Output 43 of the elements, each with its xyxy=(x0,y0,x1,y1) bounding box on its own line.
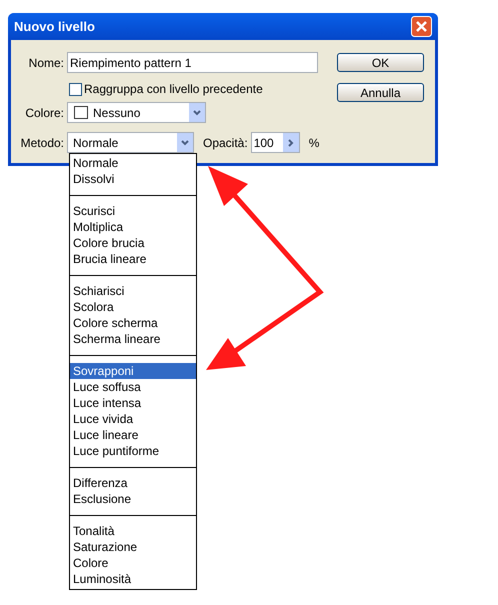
checkbox-label[interactable]: Raggruppa con livello precedente xyxy=(84,80,263,98)
name-field[interactable]: Riempimento pattern 1 xyxy=(67,52,318,73)
field-label: Nome: xyxy=(28,54,65,72)
list-item[interactable]: Normale xyxy=(70,155,196,171)
opacity-field[interactable]: 100 xyxy=(250,132,300,153)
dialog-button[interactable]: Annulla xyxy=(337,83,424,102)
list-item[interactable]: Esclusione xyxy=(70,491,196,507)
field-label: Colore: xyxy=(24,104,65,122)
checkbox[interactable] xyxy=(69,82,82,96)
method-dropdown[interactable]: Normale xyxy=(67,132,194,153)
list-item[interactable]: Scherma lineare xyxy=(70,331,196,347)
list-item[interactable]: Luce intensa xyxy=(70,395,196,411)
list-item[interactable]: Colore xyxy=(70,555,196,571)
list-item[interactable]: Colore brucia xyxy=(70,235,196,251)
list-item[interactable]: Moltiplica xyxy=(70,219,196,235)
caret-icon xyxy=(189,103,205,122)
dialog-button[interactable]: OK xyxy=(337,53,424,72)
color-dropdown[interactable]: Nessuno xyxy=(67,102,206,123)
list-item[interactable]: Dissolvi xyxy=(70,171,196,187)
list-item[interactable]: Colore scherma xyxy=(70,315,196,331)
close-icon[interactable] xyxy=(411,16,432,37)
list-item[interactable]: Tonalità xyxy=(70,523,196,539)
list-item[interactable]: Luce soffusa xyxy=(70,379,196,395)
color-swatch xyxy=(74,106,88,119)
unit-label: % xyxy=(308,134,320,152)
list-item[interactable]: Scurisci xyxy=(70,203,196,219)
list-item[interactable]: Scolora xyxy=(70,299,196,315)
list-item[interactable]: Differenza xyxy=(70,475,196,491)
caret-icon xyxy=(177,133,193,152)
list-item[interactable]: Luce vivida xyxy=(70,411,196,427)
field-label: Opacità: xyxy=(203,134,248,152)
dropdown-value: Normale xyxy=(73,134,120,152)
list-item[interactable]: Brucia lineare xyxy=(70,251,196,267)
window-title: Nuovo livello xyxy=(14,18,95,36)
field-label: Metodo: xyxy=(20,134,65,152)
list-item[interactable]: Sovrapponi xyxy=(70,363,196,379)
list-item[interactable]: Saturazione xyxy=(70,539,196,555)
dropdown-value: Nessuno xyxy=(93,104,142,122)
list-item[interactable]: Schiarisci xyxy=(70,283,196,299)
list-item[interactable]: Luminosità xyxy=(70,571,196,587)
list-item[interactable]: Luce puntiforme xyxy=(70,443,196,459)
list-item[interactable]: Luce lineare xyxy=(70,427,196,443)
arrow-button[interactable] xyxy=(288,138,294,146)
